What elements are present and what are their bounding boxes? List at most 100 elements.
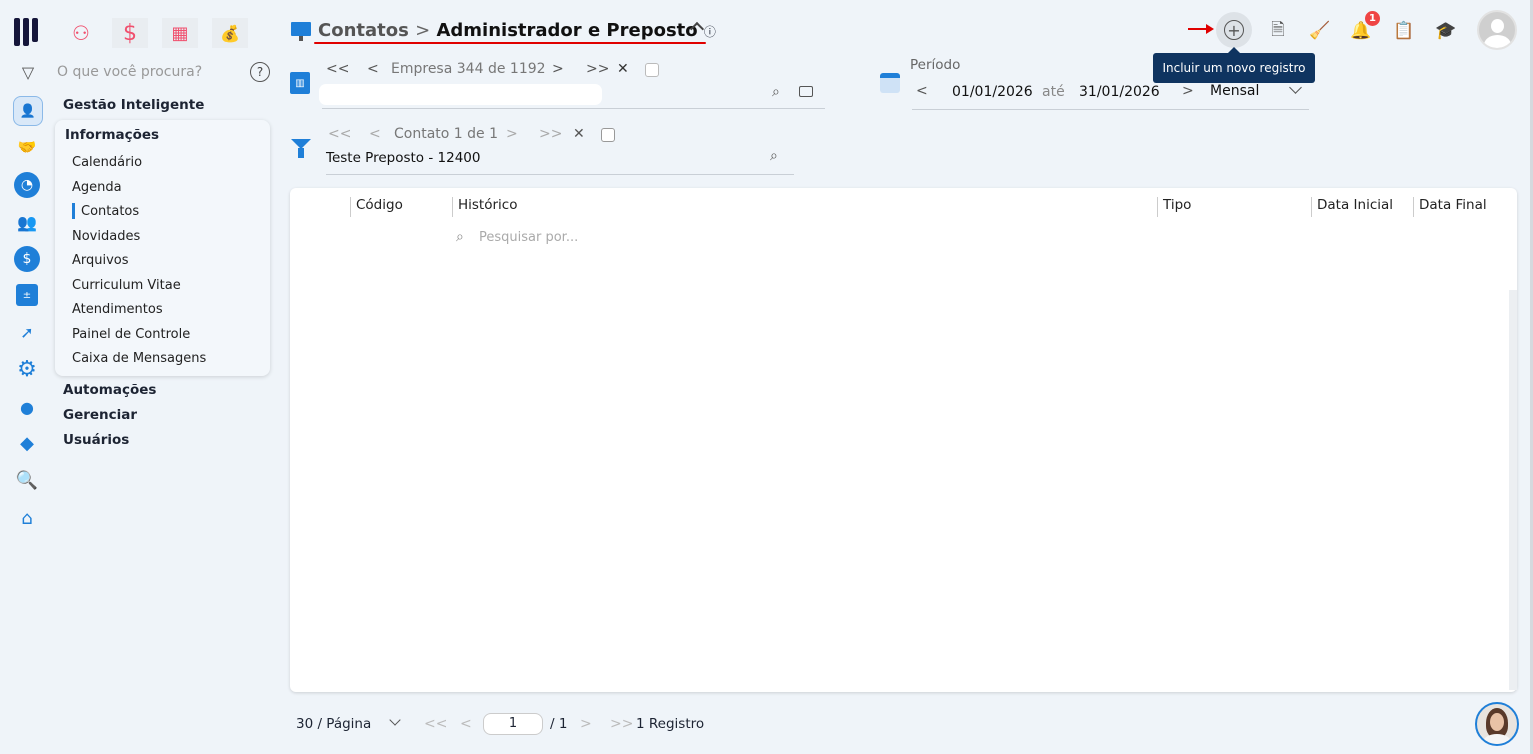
contato-search-icon[interactable]: ⌕: [770, 148, 778, 164]
calculator-icon[interactable]: ±: [16, 284, 38, 306]
column-codigo[interactable]: Código: [350, 197, 403, 217]
per-page-select[interactable]: 30 / Página: [296, 716, 371, 732]
menu-item-atendimentos[interactable]: Atendimentos: [72, 302, 163, 317]
monitor-stand: [299, 36, 303, 41]
people-module-icon[interactable]: ⚇: [64, 18, 98, 48]
menu-group-informacoes[interactable]: Informações: [65, 127, 159, 143]
contato-prev-button[interactable]: <: [369, 126, 381, 142]
empresa-search-icon[interactable]: ⌕: [772, 84, 780, 100]
contato-input[interactable]: Teste Preposto - 12400: [326, 150, 480, 166]
filter-icon[interactable]: ▽: [18, 62, 38, 82]
layers-icon[interactable]: ◆: [14, 432, 40, 454]
broom-icon[interactable]: 🧹: [1307, 18, 1333, 44]
empresa-of: de: [487, 61, 506, 77]
contato-last-button[interactable]: >>: [539, 126, 562, 142]
active-indicator: [72, 203, 75, 219]
info-icon[interactable]: ⓘ: [704, 25, 716, 39]
rail-gestao-icon[interactable]: 👤: [13, 96, 43, 126]
menu-item-painel[interactable]: Painel de Controle: [72, 327, 190, 342]
record-count: 1 Registro: [636, 716, 705, 732]
tooltip: Incluir um novo registro: [1153, 53, 1315, 83]
dollar-icon[interactable]: $: [14, 246, 40, 272]
user-avatar[interactable]: [1477, 10, 1517, 50]
column-historico[interactable]: Histórico: [452, 197, 517, 217]
page-next-button[interactable]: >: [580, 716, 592, 732]
per-page-chevron-icon[interactable]: [389, 714, 401, 726]
empresa-last-button[interactable]: >>: [586, 61, 609, 77]
gear-icon[interactable]: ⚙: [14, 356, 40, 382]
table-search-icon: ⌕: [456, 229, 464, 245]
contato-counter: Contato 1 de 1: [394, 126, 499, 142]
menu-item-contatos[interactable]: Contatos: [81, 204, 139, 219]
table-search-input[interactable]: Pesquisar por...: [479, 230, 578, 245]
periodo-underline: [912, 109, 1309, 110]
add-record-button[interactable]: +: [1216, 12, 1252, 48]
page-prev-button[interactable]: <: [460, 716, 472, 732]
report-search-icon[interactable]: 📋: [1391, 18, 1417, 44]
empresa-label: Empresa: [391, 61, 453, 77]
empresa-clear-button[interactable]: ✕: [617, 61, 629, 77]
breadcrumb: Contatos > Administrador e Preposto ⓘ: [318, 20, 716, 41]
tooltip-arrow: [1228, 47, 1240, 53]
calendar-icon: [880, 73, 900, 93]
handshake-icon[interactable]: 🤝: [14, 136, 40, 158]
menu-item-agenda[interactable]: Agenda: [72, 180, 122, 195]
menu-item-arquivos[interactable]: Arquivos: [72, 253, 129, 268]
document-icon[interactable]: 🗎: [1265, 18, 1291, 44]
menu-section-automacoes[interactable]: Automações: [63, 382, 156, 398]
menu-item-novidades[interactable]: Novidades: [72, 229, 140, 244]
contato-clear-button[interactable]: ✕: [573, 126, 585, 142]
title-underline: [314, 42, 706, 44]
search-rail-icon[interactable]: 🔍: [14, 468, 40, 492]
clock-icon[interactable]: ◔: [14, 172, 40, 198]
menu-section-gerenciar[interactable]: Gerenciar: [63, 407, 137, 423]
menu-search-input[interactable]: O que você procura?: [57, 64, 202, 80]
monitor-icon: [291, 22, 311, 36]
help-icon[interactable]: ?: [250, 62, 270, 82]
rocket-icon[interactable]: ➚: [14, 320, 40, 344]
notification-badge: 1: [1365, 11, 1380, 26]
menu-item-curriculum[interactable]: Curriculum Vitae: [72, 278, 181, 293]
empresa-underline: [322, 108, 825, 109]
graduation-cap-icon[interactable]: 🎓: [1433, 18, 1459, 44]
page-last-button[interactable]: >>: [610, 716, 633, 732]
menu-section-gestao[interactable]: Gestão Inteligente: [63, 97, 204, 113]
breadcrumb-contatos[interactable]: Contatos: [318, 20, 409, 41]
money-bag-icon[interactable]: ●: [14, 394, 40, 420]
contato-first-button[interactable]: <<: [328, 126, 351, 142]
annotation-arrowhead: [1206, 24, 1214, 34]
periodo-next-button[interactable]: >: [1182, 83, 1194, 99]
money-bag-module-icon[interactable]: 💰: [212, 18, 248, 48]
dollar-module-icon[interactable]: $: [112, 18, 148, 48]
assistant-avatar[interactable]: [1475, 702, 1519, 746]
home-icon[interactable]: ⌂: [14, 506, 40, 530]
empresa-first-button[interactable]: <<: [326, 61, 349, 77]
contato-next-button[interactable]: >: [506, 126, 518, 142]
table-scrollbar[interactable]: [1509, 290, 1517, 690]
empresa-checkbox[interactable]: [645, 63, 659, 77]
empresa-input[interactable]: [319, 84, 602, 105]
chevron-down-icon[interactable]: [1289, 81, 1302, 94]
periodo-end[interactable]: 31/01/2026: [1079, 84, 1160, 100]
column-data-inicial[interactable]: Data Inicial: [1311, 197, 1393, 217]
app-logo[interactable]: [14, 18, 42, 46]
contato-checkbox[interactable]: [601, 128, 615, 142]
page-input[interactable]: 1: [483, 713, 543, 735]
page-first-button[interactable]: <<: [424, 716, 447, 732]
menu-item-calendario[interactable]: Calendário: [72, 155, 142, 170]
periodo-prev-button[interactable]: <: [916, 83, 928, 99]
calculator-module-icon[interactable]: ▦: [162, 18, 198, 48]
users-icon[interactable]: 👥: [14, 210, 40, 234]
column-data-final[interactable]: Data Final: [1413, 197, 1487, 217]
empresa-total: 1192: [509, 61, 546, 77]
empresa-current: 344: [456, 61, 484, 77]
mail-icon[interactable]: [799, 86, 813, 97]
column-tipo[interactable]: Tipo: [1157, 197, 1191, 217]
empresa-next-button[interactable]: >: [552, 61, 564, 77]
menu-section-usuarios[interactable]: Usuários: [63, 432, 129, 448]
periodo-start[interactable]: 01/01/2026: [952, 84, 1033, 100]
periodo-ate: até: [1042, 84, 1065, 100]
menu-item-caixa[interactable]: Caixa de Mensagens: [72, 351, 206, 366]
empresa-prev-button[interactable]: <: [367, 61, 379, 77]
periodo-mode-select[interactable]: Mensal: [1210, 83, 1259, 99]
